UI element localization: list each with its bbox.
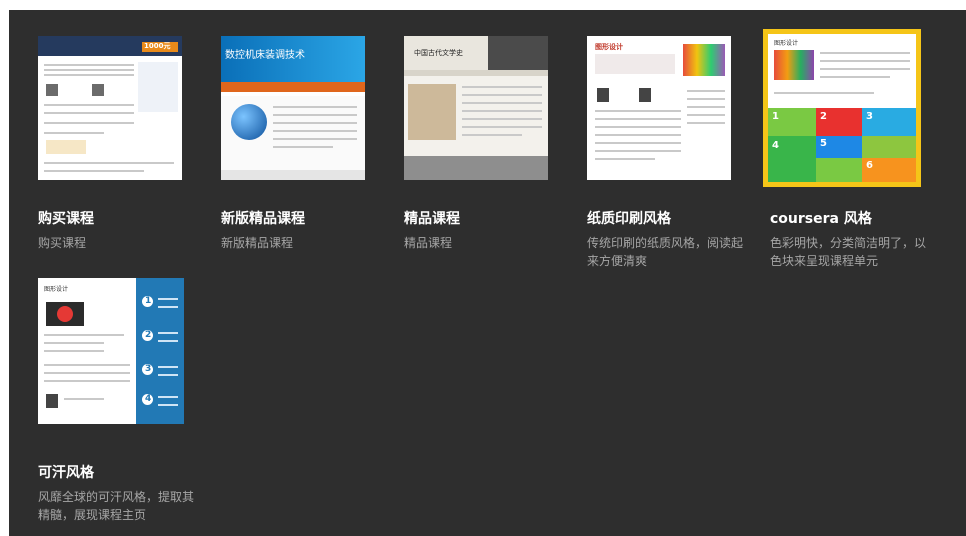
unit-tile-4: 4 — [772, 140, 779, 151]
unit-tile-2: 2 — [820, 111, 827, 122]
card-title: 购买课程 — [38, 211, 94, 227]
price-label: 1000元 — [144, 42, 171, 50]
card-desc: 新版精品课程 — [221, 236, 294, 250]
unit-tile-3: 3 — [866, 111, 873, 122]
card-desc: 购买课程 — [38, 236, 87, 250]
card-desc: 风靡全球的可汗风格，提取其精髓，展现课程主页 — [38, 490, 195, 522]
thumb-heading: 图形设计 — [595, 43, 623, 51]
step-2: 2 — [145, 330, 152, 340]
step-3: 3 — [145, 364, 152, 374]
unit-tile-5: 5 — [820, 138, 827, 149]
card-title: 纸质印刷风格 — [587, 211, 671, 227]
thumbnail-coursera: 图形设计 1 2 3 4 5 6 — [763, 29, 921, 187]
step-4: 4 — [145, 394, 152, 404]
thumb-heading: 图形设计 — [774, 40, 799, 47]
card-desc: 传统印刷的纸质风格，阅读起来方便清爽 — [587, 236, 744, 268]
card-title: coursera 风格 — [770, 211, 872, 227]
card-title: 新版精品课程 — [221, 211, 305, 227]
thumbnail-buy-course: 1000元 — [38, 36, 182, 180]
step-1: 1 — [145, 296, 152, 306]
unit-tile-1: 1 — [772, 111, 779, 122]
banner-text: 中国古代文学史 — [414, 49, 463, 57]
card-desc: 色彩明快，分类简洁明了，以色块来呈现课程单元 — [770, 236, 927, 268]
thumbnail-khan: 图形设计 1 2 3 4 — [38, 278, 184, 424]
thumbnail-quality-course: 中国古代文学史 — [404, 36, 548, 180]
banner-text: 数控机床装调技术 — [225, 50, 305, 61]
unit-tile-6: 6 — [866, 160, 873, 171]
template-gallery: 1000元 购买课程 购买课程 数控机床装调技术 新版精品课程 新版精品课程 中… — [9, 10, 966, 536]
thumbnail-paper-print: 图形设计 — [587, 36, 731, 180]
card-title: 精品课程 — [404, 211, 460, 227]
card-title: 可汗风格 — [38, 465, 94, 481]
thumbnail-new-quality-course: 数控机床装调技术 — [221, 36, 365, 180]
thumb-heading: 图形设计 — [44, 286, 69, 293]
card-desc: 精品课程 — [404, 236, 453, 250]
